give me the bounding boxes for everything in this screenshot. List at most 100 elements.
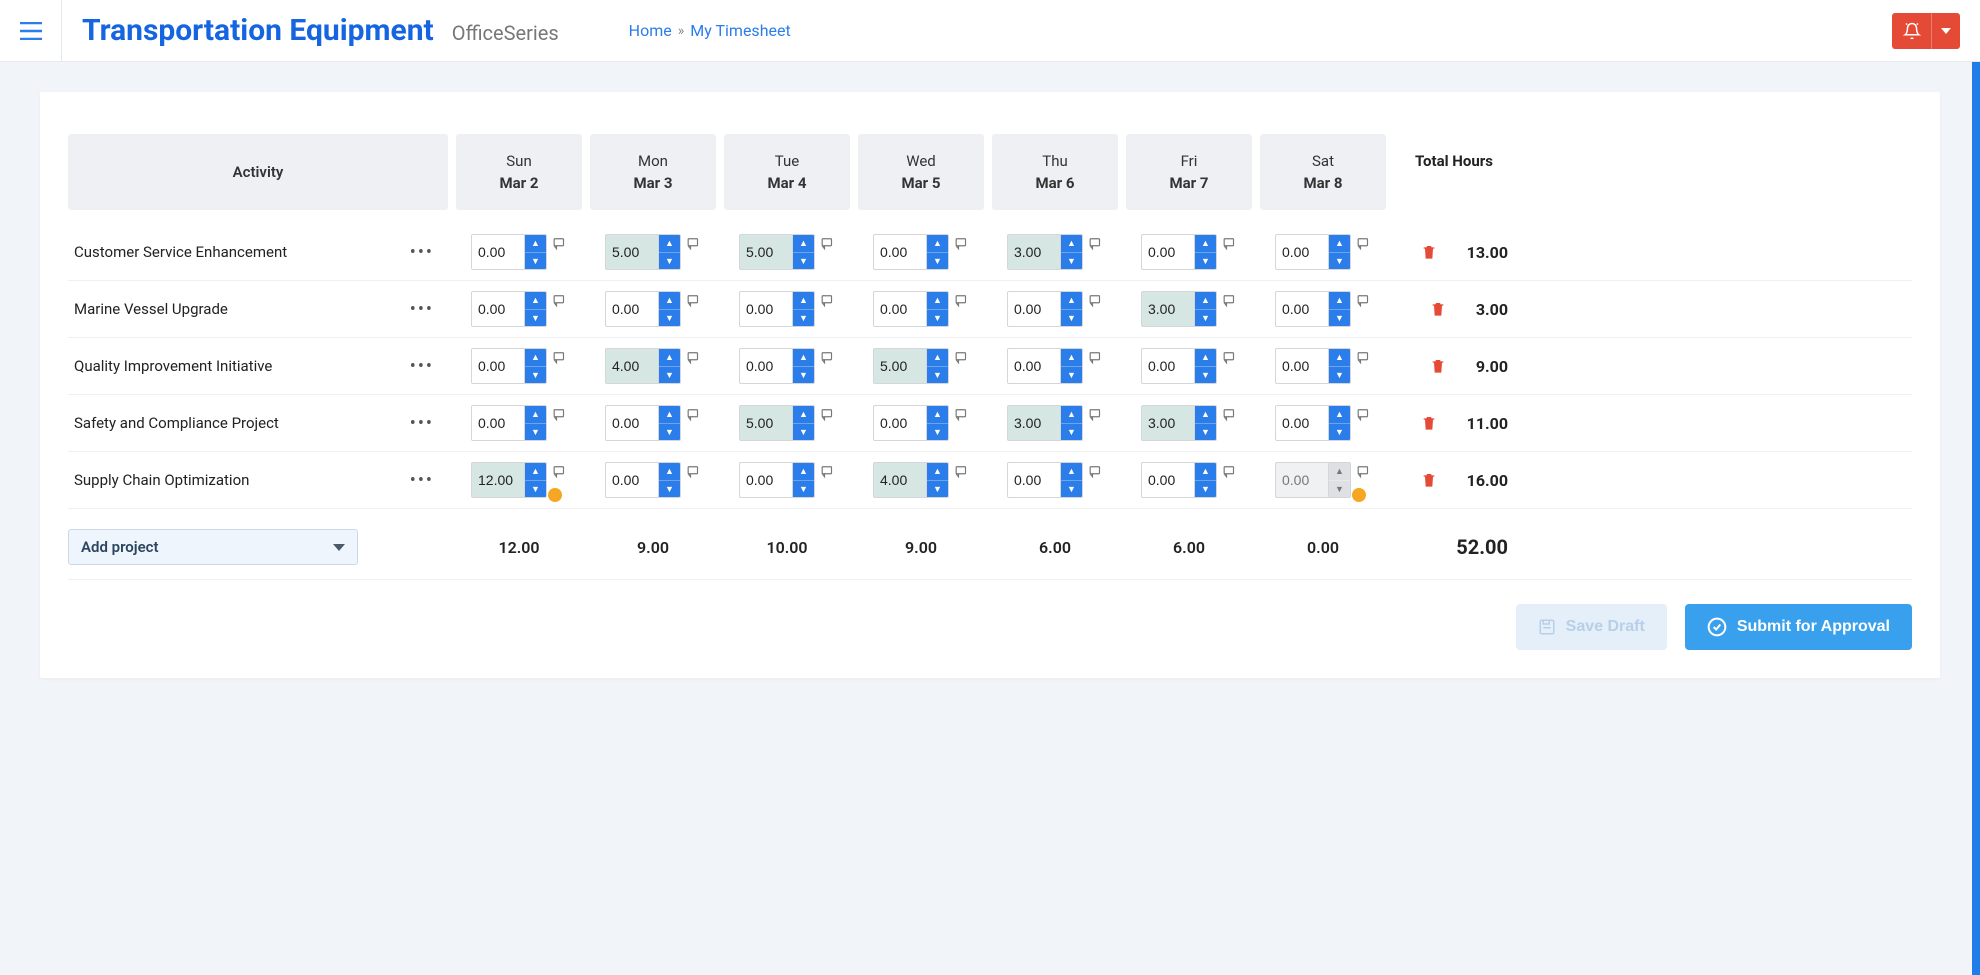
hour-step-up[interactable]: ▲ xyxy=(1061,235,1082,253)
activity-more-menu[interactable]: ••• xyxy=(402,466,442,495)
hour-input[interactable] xyxy=(1008,406,1060,440)
comment-icon[interactable] xyxy=(1089,351,1103,365)
comment-icon[interactable] xyxy=(1089,465,1103,479)
hour-step-down[interactable]: ▼ xyxy=(793,424,814,441)
comment-icon[interactable] xyxy=(1089,408,1103,422)
hour-step-up[interactable]: ▲ xyxy=(659,349,680,367)
hour-step-up[interactable]: ▲ xyxy=(1061,406,1082,424)
comment-icon[interactable] xyxy=(553,465,567,479)
comment-icon[interactable] xyxy=(1223,294,1237,308)
hour-input[interactable] xyxy=(874,406,926,440)
breadcrumb-current[interactable]: My Timesheet xyxy=(690,21,790,40)
comment-icon[interactable] xyxy=(821,294,835,308)
hour-input[interactable] xyxy=(472,235,524,269)
add-project-dropdown[interactable]: Add project xyxy=(68,529,358,565)
comment-icon[interactable] xyxy=(553,351,567,365)
hour-input[interactable] xyxy=(1142,406,1194,440)
hour-input[interactable] xyxy=(740,406,792,440)
hour-input[interactable] xyxy=(874,292,926,326)
hour-input[interactable] xyxy=(1142,292,1194,326)
comment-icon[interactable] xyxy=(1357,408,1371,422)
comment-icon[interactable] xyxy=(955,408,969,422)
hour-step-down[interactable]: ▼ xyxy=(1061,310,1082,327)
hour-step-down[interactable]: ▼ xyxy=(659,481,680,498)
hour-step-up[interactable]: ▲ xyxy=(1329,292,1350,310)
hour-step-up[interactable]: ▲ xyxy=(927,349,948,367)
hour-step-up[interactable]: ▲ xyxy=(1195,349,1216,367)
hour-step-down[interactable]: ▼ xyxy=(927,253,948,270)
hour-input[interactable] xyxy=(606,349,658,383)
hour-step-down[interactable]: ▼ xyxy=(525,253,546,270)
hour-step-down[interactable]: ▼ xyxy=(659,253,680,270)
comment-icon[interactable] xyxy=(1089,237,1103,251)
hour-step-down[interactable]: ▼ xyxy=(1195,367,1216,384)
comment-icon[interactable] xyxy=(821,351,835,365)
comment-icon[interactable] xyxy=(553,408,567,422)
hour-step-down[interactable]: ▼ xyxy=(659,310,680,327)
hamburger-menu[interactable] xyxy=(0,0,62,62)
comment-icon[interactable] xyxy=(553,294,567,308)
hour-step-up[interactable]: ▲ xyxy=(659,406,680,424)
hour-step-down[interactable]: ▼ xyxy=(525,310,546,327)
hour-step-down[interactable]: ▼ xyxy=(793,310,814,327)
hour-step-down[interactable]: ▼ xyxy=(1329,481,1350,498)
breadcrumb-home[interactable]: Home xyxy=(629,21,672,40)
hour-step-down[interactable]: ▼ xyxy=(1329,367,1350,384)
hour-step-down[interactable]: ▼ xyxy=(793,253,814,270)
hour-step-down[interactable]: ▼ xyxy=(525,481,546,498)
hour-step-up[interactable]: ▲ xyxy=(1061,349,1082,367)
hour-input[interactable] xyxy=(874,235,926,269)
comment-icon[interactable] xyxy=(1089,294,1103,308)
notifications-main[interactable] xyxy=(1892,13,1932,49)
hour-step-up[interactable]: ▲ xyxy=(1061,292,1082,310)
comment-icon[interactable] xyxy=(1223,351,1237,365)
hour-step-up[interactable]: ▲ xyxy=(793,235,814,253)
hour-step-down[interactable]: ▼ xyxy=(1061,367,1082,384)
hour-step-up[interactable]: ▲ xyxy=(525,406,546,424)
hour-input[interactable] xyxy=(606,235,658,269)
hour-input[interactable] xyxy=(1008,235,1060,269)
hour-step-up[interactable]: ▲ xyxy=(659,235,680,253)
comment-icon[interactable] xyxy=(1223,408,1237,422)
hour-step-up[interactable]: ▲ xyxy=(1329,349,1350,367)
hour-step-up[interactable]: ▲ xyxy=(1195,463,1216,481)
comment-icon[interactable] xyxy=(553,237,567,251)
hour-step-up[interactable]: ▲ xyxy=(1329,235,1350,253)
hour-step-down[interactable]: ▼ xyxy=(927,424,948,441)
hour-step-down[interactable]: ▼ xyxy=(1329,253,1350,270)
hour-input[interactable] xyxy=(472,406,524,440)
hour-step-down[interactable]: ▼ xyxy=(927,481,948,498)
hour-input[interactable] xyxy=(606,292,658,326)
comment-icon[interactable] xyxy=(955,351,969,365)
hour-step-down[interactable]: ▼ xyxy=(1061,481,1082,498)
hour-step-up[interactable]: ▲ xyxy=(659,463,680,481)
hour-step-up[interactable]: ▲ xyxy=(927,292,948,310)
hour-step-up[interactable]: ▲ xyxy=(659,292,680,310)
hour-input[interactable] xyxy=(472,349,524,383)
comment-icon[interactable] xyxy=(955,465,969,479)
right-drawer-edge[interactable] xyxy=(1972,62,1980,975)
hour-step-down[interactable]: ▼ xyxy=(659,367,680,384)
comment-icon[interactable] xyxy=(687,465,701,479)
activity-more-menu[interactable]: ••• xyxy=(402,409,442,438)
hour-step-up[interactable]: ▲ xyxy=(927,463,948,481)
hour-input[interactable] xyxy=(1008,349,1060,383)
hour-step-up[interactable]: ▲ xyxy=(525,349,546,367)
comment-icon[interactable] xyxy=(821,408,835,422)
hour-step-down[interactable]: ▼ xyxy=(927,367,948,384)
hour-step-down[interactable]: ▼ xyxy=(1061,253,1082,270)
comment-icon[interactable] xyxy=(1357,351,1371,365)
comment-icon[interactable] xyxy=(955,237,969,251)
comment-icon[interactable] xyxy=(687,351,701,365)
trash-icon[interactable] xyxy=(1421,244,1437,260)
trash-icon[interactable] xyxy=(1430,301,1446,317)
hour-step-up[interactable]: ▲ xyxy=(793,406,814,424)
hour-step-down[interactable]: ▼ xyxy=(1061,424,1082,441)
comment-icon[interactable] xyxy=(687,237,701,251)
comment-icon[interactable] xyxy=(687,294,701,308)
hour-step-down[interactable]: ▼ xyxy=(1195,424,1216,441)
comment-icon[interactable] xyxy=(1357,237,1371,251)
hour-input[interactable] xyxy=(1276,349,1328,383)
hour-step-up[interactable]: ▲ xyxy=(927,406,948,424)
hour-step-down[interactable]: ▼ xyxy=(525,367,546,384)
